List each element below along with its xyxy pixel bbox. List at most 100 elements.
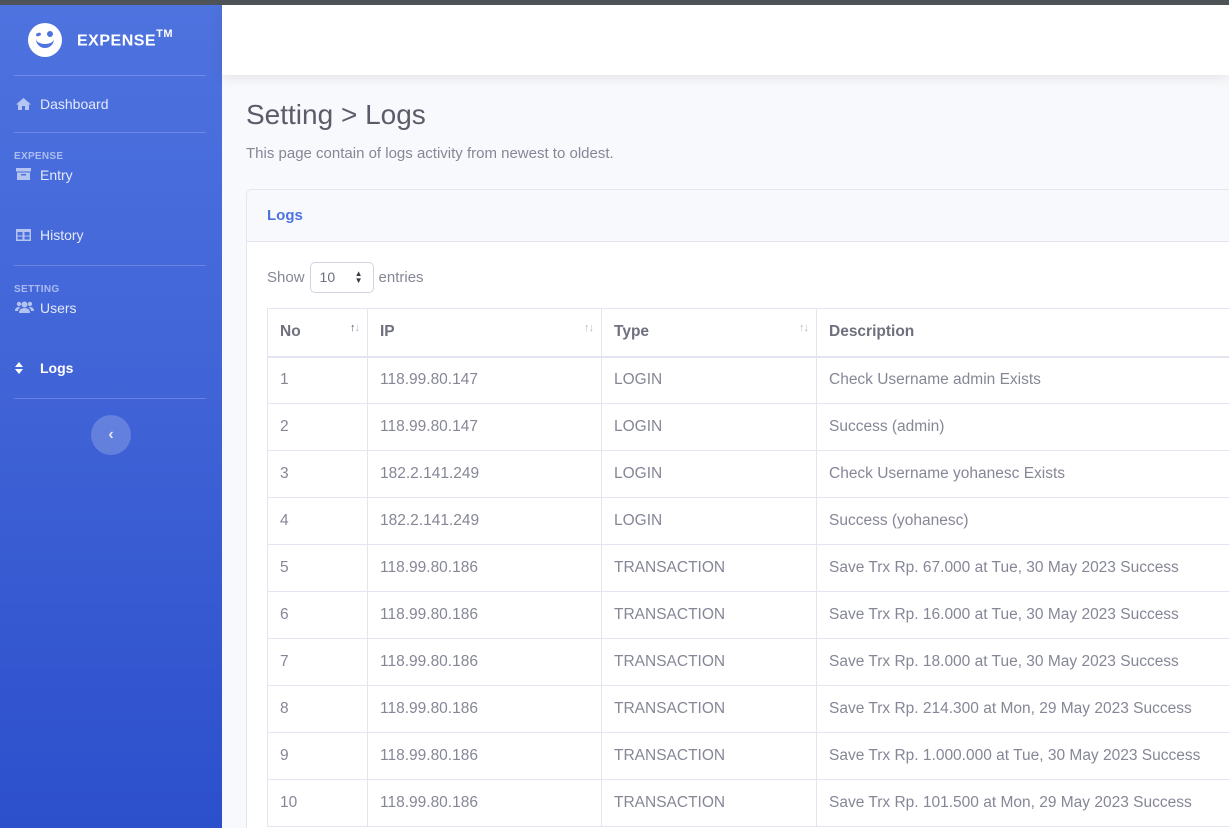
cell-description: Save Trx Rp. 214.300 at Mon, 29 May 2023…	[816, 685, 1229, 733]
sidebar-item-entry[interactable]: Entry	[0, 167, 222, 205]
cell-no: 2	[267, 403, 368, 451]
sidebar-item-label: History	[40, 227, 84, 243]
sidebar: EXPENSETM Dashboard EXPENSE Entry Histor…	[0, 5, 222, 828]
cell-no: 5	[267, 544, 368, 592]
sidebar-toggle-button[interactable]: ‹	[91, 415, 131, 455]
column-header-description[interactable]: Description	[816, 308, 1229, 358]
table-row: 6 118.99.80.186 TRANSACTION Save Trx Rp. 16…	[267, 591, 1229, 639]
cell-ip: 118.99.80.186	[367, 638, 602, 686]
table-row: 8 118.99.80.186 TRANSACTION Save Trx Rp. 21…	[267, 685, 1229, 733]
logs-card: Logs Show 10 ▲ ▼ entries No ↑↓ IP ↑↓ Typ…	[246, 189, 1229, 828]
entries-length-control: Show 10 ▲ ▼ entries	[267, 261, 1215, 293]
card-header: Logs	[247, 190, 1229, 242]
card-body: Show 10 ▲ ▼ entries No ↑↓ IP ↑↓ Type ↑↓ Desc…	[247, 242, 1229, 827]
laugh-wink-icon	[28, 23, 62, 57]
sidebar-item-label: Logs	[40, 360, 74, 376]
cell-description: Save Trx Rp. 67.000 at Tue, 30 May 2023 …	[816, 544, 1229, 592]
sidebar-heading-expense: EXPENSE	[14, 151, 64, 162]
sidebar-divider	[14, 398, 206, 399]
cell-ip: 182.2.141.249	[367, 450, 602, 498]
cell-type: TRANSACTION	[601, 591, 817, 639]
cell-no: 8	[267, 685, 368, 733]
window-top-strip	[0, 0, 1229, 5]
entries-select-value: 10	[319, 269, 336, 285]
cell-description: Check Username admin Exists	[816, 356, 1229, 404]
main-content: Setting > Logs This page contain of logs…	[222, 75, 1229, 828]
brand-name-text: EXPENSE	[77, 32, 157, 50]
logs-table: No ↑↓ IP ↑↓ Type ↑↓ Description 1 118.99.80.…	[267, 308, 1229, 827]
cell-no: 4	[267, 497, 368, 545]
sidebar-item-dashboard[interactable]: Dashboard	[0, 76, 222, 132]
brand-trademark: TM	[156, 27, 173, 40]
length-entries-label: entries	[378, 268, 424, 286]
cell-ip: 118.99.80.186	[367, 732, 602, 780]
length-show-label: Show	[267, 268, 305, 286]
column-header-type[interactable]: Type ↑↓	[601, 308, 817, 358]
cell-type: TRANSACTION	[601, 638, 817, 686]
column-header-label: IP	[380, 323, 395, 341]
chevron-left-icon: ‹	[108, 426, 114, 443]
table-body: 1 118.99.80.147 LOGIN Check Username admin …	[267, 356, 1229, 827]
page-title: Setting > Logs	[246, 99, 426, 130]
select-arrows-icon: ▲ ▼	[354, 268, 363, 285]
cell-ip: 118.99.80.147	[367, 403, 602, 451]
cell-ip: 118.99.80.186	[367, 544, 602, 592]
home-icon	[15, 97, 32, 111]
column-header-label: Type	[614, 323, 650, 341]
cell-no: 10	[267, 779, 368, 827]
cell-ip: 182.2.141.249	[367, 497, 602, 545]
table-row: 3 182.2.141.249 LOGIN Check Username yohane…	[267, 450, 1229, 498]
cell-type: LOGIN	[601, 497, 817, 545]
cell-description: Success (yohanesc)	[816, 497, 1229, 545]
cell-no: 3	[267, 450, 368, 498]
cell-description: Save Trx Rp. 1.000.000 at Tue, 30 May 20…	[816, 732, 1229, 780]
sidebar-item-history[interactable]: History	[0, 205, 222, 265]
card-title: Logs	[267, 207, 303, 224]
table-row: 7 118.99.80.186 TRANSACTION Save Trx Rp. 18…	[267, 638, 1229, 686]
brand[interactable]: EXPENSETM	[0, 5, 222, 75]
cell-description: Save Trx Rp. 18.000 at Tue, 30 May 2023 …	[816, 638, 1229, 686]
table-row: 9 118.99.80.186 TRANSACTION Save Trx Rp. 1.…	[267, 732, 1229, 780]
cell-no: 6	[267, 591, 368, 639]
sidebar-item-label: Entry	[40, 167, 73, 183]
cell-description: Save Trx Rp. 101.500 at Mon, 29 May 2023…	[816, 779, 1229, 827]
cell-description: Success (admin)	[816, 403, 1229, 451]
archive-icon	[15, 167, 32, 181]
table-row: 5 118.99.80.186 TRANSACTION Save Trx Rp. 67…	[267, 544, 1229, 592]
cell-type: LOGIN	[601, 403, 817, 451]
cell-description: Save Trx Rp. 16.000 at Tue, 30 May 2023 …	[816, 591, 1229, 639]
table-row: 2 118.99.80.147 LOGIN Success (admin)	[267, 403, 1229, 451]
cell-type: TRANSACTION	[601, 544, 817, 592]
sort-icon: ↑↓	[799, 322, 809, 334]
sidebar-item-users[interactable]: Users	[0, 300, 222, 338]
sidebar-item-label: Dashboard	[40, 96, 109, 112]
table-row: 4 182.2.141.249 LOGIN Success (yohanesc)	[267, 497, 1229, 545]
sort-icon	[15, 361, 32, 375]
sidebar-heading-setting: SETTING	[14, 284, 60, 295]
cell-ip: 118.99.80.186	[367, 685, 602, 733]
table-header-row: No ↑↓ IP ↑↓ Type ↑↓ Description	[267, 308, 1229, 358]
column-header-label: No	[280, 323, 301, 341]
cell-no: 1	[267, 356, 368, 404]
sidebar-item-label: Users	[40, 300, 77, 316]
cell-type: TRANSACTION	[601, 732, 817, 780]
entries-select[interactable]: 10 ▲ ▼	[309, 261, 374, 293]
column-header-label: Description	[829, 323, 915, 341]
cell-type: TRANSACTION	[601, 779, 817, 827]
topbar	[222, 5, 1229, 75]
table-row: 10 118.99.80.186 TRANSACTION Save Trx Rp. 1…	[267, 779, 1229, 827]
cell-ip: 118.99.80.186	[367, 591, 602, 639]
cell-no: 9	[267, 732, 368, 780]
brand-name: EXPENSETM	[77, 27, 173, 50]
cell-type: LOGIN	[601, 450, 817, 498]
cell-description: Check Username yohanesc Exists	[816, 450, 1229, 498]
column-header-no[interactable]: No ↑↓	[267, 308, 368, 358]
cell-type: LOGIN	[601, 356, 817, 404]
users-icon	[15, 300, 34, 314]
column-header-ip[interactable]: IP ↑↓	[367, 308, 602, 358]
table-row: 1 118.99.80.147 LOGIN Check Username admin …	[267, 356, 1229, 404]
cell-no: 7	[267, 638, 368, 686]
sidebar-item-logs[interactable]: Logs	[0, 338, 222, 398]
page-description: This page contain of logs activity from …	[246, 145, 614, 162]
cell-type: TRANSACTION	[601, 685, 817, 733]
